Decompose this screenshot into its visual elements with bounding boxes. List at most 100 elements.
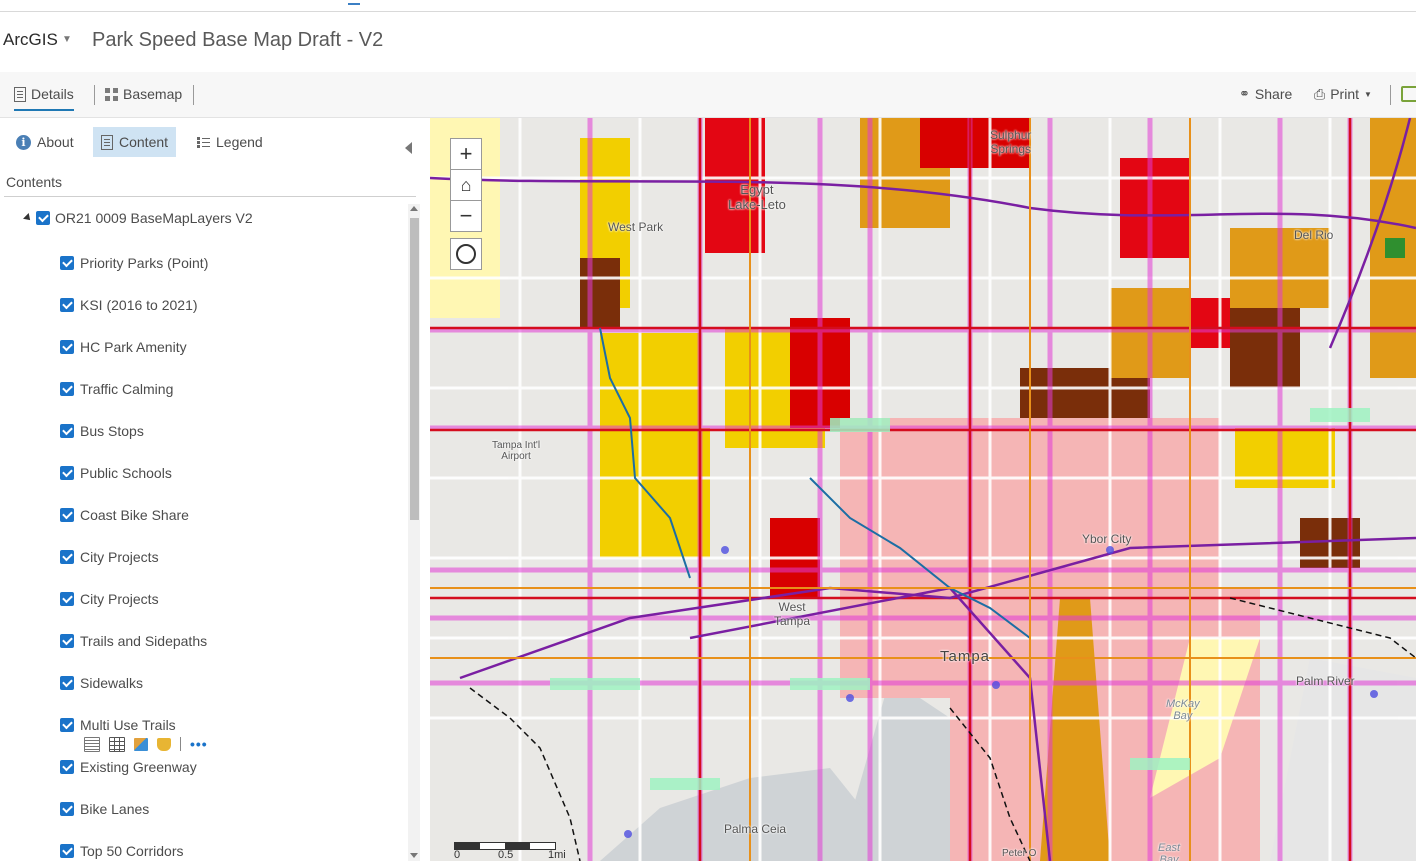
- layer-checkbox[interactable]: [60, 634, 74, 648]
- layer-group[interactable]: OR21 0009 BaseMapLayers V2: [23, 208, 253, 228]
- layer-item[interactable]: City Projects: [60, 589, 159, 609]
- layer-item[interactable]: KSI (2016 to 2021): [60, 295, 198, 315]
- scale-label: 0: [454, 849, 461, 861]
- scale-label: 1mi: [548, 849, 566, 861]
- layer-item[interactable]: Bike Lanes: [60, 799, 149, 819]
- layer-label: Traffic Calming: [80, 381, 174, 397]
- place-label: Sulphur Springs: [990, 128, 1032, 156]
- group-checkbox[interactable]: [36, 211, 50, 225]
- layer-checkbox[interactable]: [60, 802, 74, 816]
- basemap-grid-icon: [105, 87, 118, 101]
- layer-checkbox[interactable]: [60, 382, 74, 396]
- plus-icon: +: [459, 141, 473, 166]
- zoom-out-button[interactable]: −: [450, 200, 482, 232]
- page-title: Park Speed Base Map Draft - V2: [92, 29, 384, 51]
- layer-item[interactable]: Priority Parks (Point): [60, 253, 208, 273]
- print-caret-icon: ▼: [1364, 89, 1372, 99]
- scale-label: 0.5: [498, 849, 514, 861]
- toolbar-divider: [193, 85, 194, 105]
- tab-about-label: About: [37, 134, 74, 150]
- print-button[interactable]: ⎙ Print ▼: [1314, 82, 1372, 106]
- place-label: Egypt Lake-Leto: [728, 182, 786, 212]
- layer-label: Existing Greenway: [80, 759, 197, 775]
- details-icon: [14, 86, 26, 102]
- app-header: ArcGIS ▼ Park Speed Base Map Draft - V2: [0, 12, 1416, 72]
- scroll-up-arrow-icon[interactable]: [410, 206, 418, 211]
- top-marker: [348, 0, 360, 5]
- layer-item[interactable]: HC Park Amenity: [60, 337, 187, 357]
- layer-item[interactable]: Multi Use Trails: [60, 715, 176, 735]
- place-label: McKay Bay: [1166, 698, 1200, 722]
- place-label: West Tampa: [774, 600, 811, 628]
- tools-divider: [180, 737, 181, 751]
- layer-checkbox[interactable]: [60, 676, 74, 690]
- legend-list-icon: [197, 136, 210, 149]
- expand-triangle-icon[interactable]: [23, 213, 33, 223]
- share-label: Share: [1254, 86, 1293, 102]
- default-extent-button[interactable]: ⌂: [450, 169, 482, 201]
- layer-label: Trails and Sidepaths: [80, 633, 208, 649]
- layer-label: Public Schools: [80, 465, 172, 481]
- place-label: East Bay: [1158, 842, 1181, 861]
- layer-checkbox[interactable]: [60, 592, 74, 606]
- tab-about[interactable]: i About: [8, 127, 82, 157]
- toolbar-divider: [1390, 85, 1391, 105]
- layer-checkbox[interactable]: [60, 256, 74, 270]
- layer-label: City Projects: [80, 591, 159, 607]
- place-label: Ybor City: [1082, 532, 1132, 546]
- tab-legend[interactable]: Legend: [189, 127, 271, 157]
- brand-menu-caret-icon[interactable]: ▼: [62, 34, 72, 45]
- place-label: Palma Ceia: [724, 822, 787, 836]
- layer-label: KSI (2016 to 2021): [80, 297, 198, 313]
- layer-checkbox[interactable]: [60, 340, 74, 354]
- tab-content[interactable]: Content: [93, 127, 177, 157]
- layer-item[interactable]: Traffic Calming: [60, 379, 173, 399]
- tab-content-label: Content: [119, 134, 169, 150]
- layer-label: HC Park Amenity: [80, 339, 187, 355]
- place-label: Peter O: [1002, 848, 1037, 859]
- collapse-panel-icon[interactable]: [405, 142, 412, 154]
- layer-label: Coast Bike Share: [80, 507, 189, 523]
- layer-checkbox[interactable]: [60, 718, 74, 732]
- place-label: West Park: [608, 220, 664, 234]
- scroll-down-arrow-icon[interactable]: [410, 853, 418, 858]
- layer-checkbox[interactable]: [60, 466, 74, 480]
- layer-label: Top 50 Corridors: [80, 843, 184, 859]
- layer-item[interactable]: Public Schools: [60, 463, 172, 483]
- locate-button[interactable]: [450, 238, 482, 270]
- layer-label: Priority Parks (Point): [80, 255, 209, 271]
- layer-checkbox[interactable]: [60, 424, 74, 438]
- arcgis-brand[interactable]: ArcGIS: [3, 30, 58, 50]
- layer-label: Bike Lanes: [80, 801, 150, 817]
- filter-icon[interactable]: [157, 737, 171, 751]
- share-button[interactable]: ⚭ Share: [1239, 82, 1292, 106]
- attribute-table-icon[interactable]: [109, 736, 125, 752]
- scrollbar-thumb[interactable]: [410, 218, 419, 520]
- measure-button[interactable]: [1401, 82, 1416, 106]
- change-style-icon[interactable]: [134, 737, 148, 751]
- layer-checkbox[interactable]: [60, 550, 74, 564]
- browser-top-strip: [0, 0, 1416, 12]
- more-options-icon[interactable]: •••: [190, 736, 208, 752]
- layer-item[interactable]: Existing Greenway: [60, 757, 197, 777]
- contents-heading: Contents: [6, 174, 63, 190]
- place-label: Palm River: [1296, 674, 1355, 688]
- layer-item[interactable]: Coast Bike Share: [60, 505, 189, 525]
- layer-checkbox[interactable]: [60, 298, 74, 312]
- map-view[interactable]: + ⌂ − Sulphur Springs Egypt Lake-Leto We…: [430, 118, 1416, 861]
- group-label: OR21 0009 BaseMapLayers V2: [55, 210, 253, 226]
- layer-item[interactable]: Sidewalks: [60, 673, 143, 693]
- show-legend-icon[interactable]: [84, 736, 100, 752]
- layer-item[interactable]: City Projects: [60, 547, 159, 567]
- layer-item[interactable]: Trails and Sidepaths: [60, 631, 207, 651]
- layer-checkbox[interactable]: [60, 844, 74, 858]
- layer-label: Multi Use Trails: [80, 717, 176, 733]
- layer-checkbox[interactable]: [60, 508, 74, 522]
- layer-item[interactable]: Bus Stops: [60, 421, 144, 441]
- basemap-button[interactable]: Basemap: [105, 82, 182, 106]
- details-label: Details: [31, 86, 74, 102]
- layer-checkbox[interactable]: [60, 760, 74, 774]
- layer-item[interactable]: Top 50 Corridors: [60, 841, 184, 861]
- details-button[interactable]: Details: [14, 82, 74, 111]
- zoom-in-button[interactable]: +: [450, 138, 482, 170]
